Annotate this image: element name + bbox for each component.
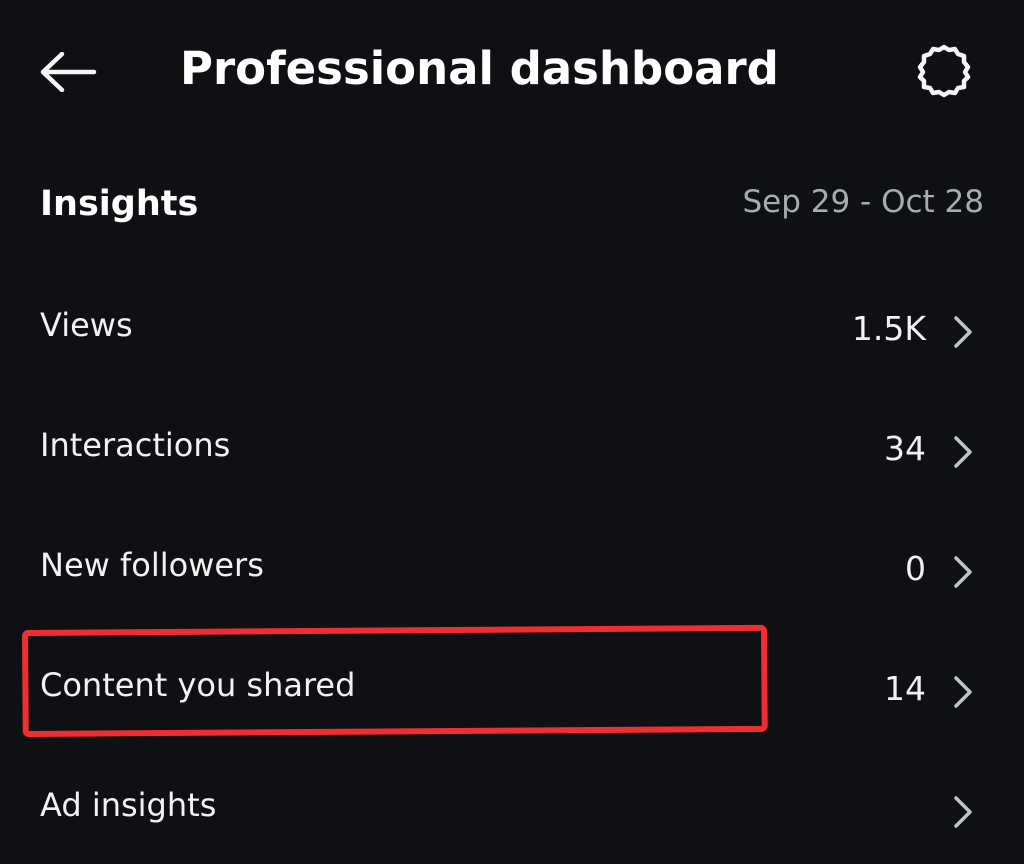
row-value: 34 xyxy=(884,429,926,468)
chevron-right-icon xyxy=(948,552,978,592)
row-interactions[interactable]: Interactions 34 xyxy=(0,384,1024,504)
row-content-you-shared[interactable]: Content you shared 14 xyxy=(0,624,1024,744)
insights-header: Insights Sep 29 - Oct 28 xyxy=(0,168,1024,240)
row-views[interactable]: Views 1.5K xyxy=(0,264,1024,384)
row-label: Content you shared xyxy=(40,666,356,704)
row-value: 14 xyxy=(884,669,926,708)
chevron-right-icon xyxy=(948,312,978,352)
back-button[interactable] xyxy=(30,42,106,102)
header-bar: Professional dashboard xyxy=(0,0,1024,140)
row-label: New followers xyxy=(40,546,264,584)
gear-icon xyxy=(917,44,971,98)
arrow-left-icon xyxy=(40,52,97,92)
chevron-right-icon xyxy=(948,432,978,472)
chevron-right-icon xyxy=(948,792,978,832)
row-label: Ad insights xyxy=(40,786,217,824)
date-range[interactable]: Sep 29 - Oct 28 xyxy=(742,182,984,222)
row-new-followers[interactable]: New followers 0 xyxy=(0,504,1024,624)
row-value: 1.5K xyxy=(851,309,926,348)
settings-button[interactable] xyxy=(906,38,982,104)
insights-title: Insights xyxy=(40,184,199,224)
row-label: Views xyxy=(40,306,133,344)
row-ad-insights[interactable]: Ad insights xyxy=(0,744,1024,864)
row-value: 0 xyxy=(905,549,926,588)
page-title: Professional dashboard xyxy=(180,42,779,95)
row-label: Interactions xyxy=(40,426,231,464)
chevron-right-icon xyxy=(948,672,978,712)
